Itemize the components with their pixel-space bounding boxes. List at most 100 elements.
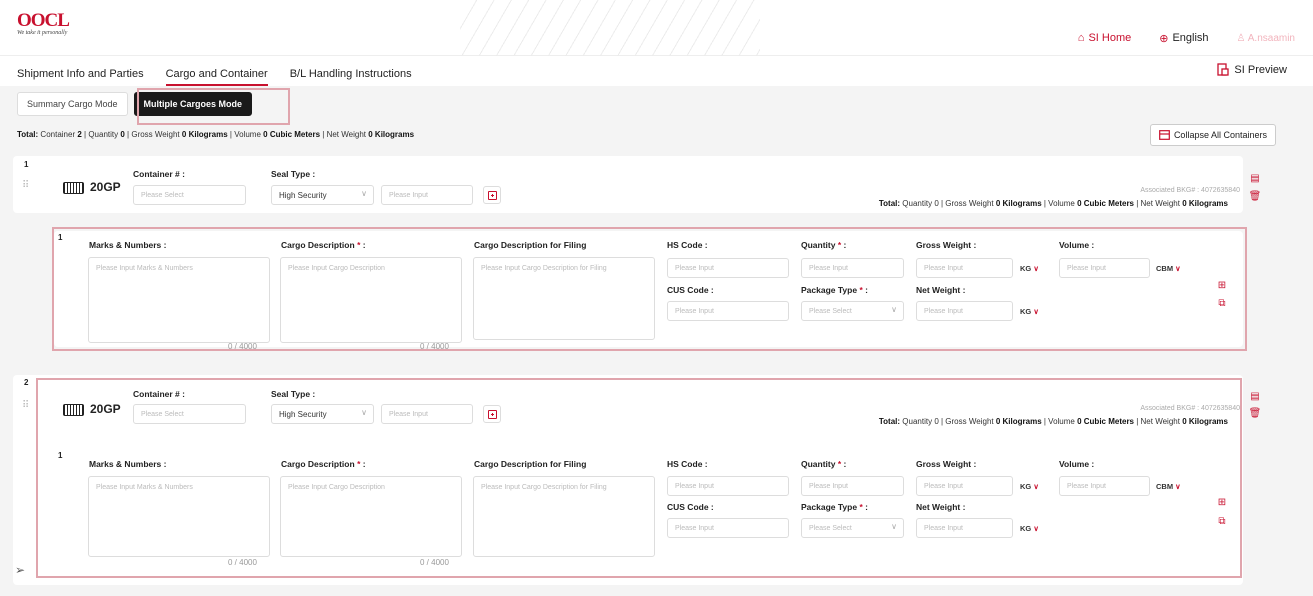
si-preview-label: SI Preview <box>1234 63 1287 76</box>
seal-type-label: Seal Type : <box>271 169 316 179</box>
container-type: 20GP <box>90 180 121 194</box>
si-home-link[interactable]: ⌂ SI Home <box>1078 32 1131 44</box>
marks-label: Marks & Numbers : <box>89 240 167 250</box>
user-name: A.nsaamin <box>1247 32 1295 44</box>
language-switch[interactable]: ⊕ English <box>1159 32 1208 45</box>
add-seal-button[interactable] <box>483 186 501 204</box>
plus-square-icon <box>487 190 497 200</box>
chevron-down-icon: ∨ <box>1173 264 1181 273</box>
marks-textarea[interactable]: Please Input Marks & Numbers <box>88 476 270 557</box>
language-label: English <box>1172 32 1209 44</box>
filing-description-label: Cargo Description for Filing <box>474 459 587 469</box>
gross-weight-unit-select[interactable]: KG ∨ <box>1020 264 1039 273</box>
collapse-icon <box>1159 130 1170 140</box>
gross-weight-input[interactable]: Please Input <box>916 476 1013 496</box>
gross-weight-unit-select[interactable]: KG ∨ <box>1020 482 1039 491</box>
seal-type-select[interactable]: High Security ∨ <box>271 185 374 205</box>
net-weight-input[interactable]: Please Input <box>916 518 1013 538</box>
gross-weight-label: Gross Weight : <box>916 459 977 469</box>
document-preview-icon <box>1217 63 1230 76</box>
si-home-label: SI Home <box>1088 32 1132 44</box>
container-icon <box>63 404 84 416</box>
hs-code-input[interactable]: Please Input <box>667 476 789 496</box>
collapse-container-icon[interactable]: ▤ <box>1247 388 1263 404</box>
seal-number-input[interactable]: Please Input <box>381 404 473 424</box>
header-decoration <box>460 0 760 56</box>
add-cargo-icon[interactable]: ⊞ <box>1214 494 1230 510</box>
copy-cargo-icon[interactable]: ⧉ <box>1214 295 1230 311</box>
container-number-select[interactable]: Please Select <box>133 185 246 205</box>
drag-handle-icon[interactable]: ⠿ <box>22 400 29 411</box>
user-menu[interactable]: ♙ A.nsaamin <box>1237 33 1295 44</box>
logo-text: OOCL <box>17 10 70 31</box>
mode-highlight <box>137 88 290 125</box>
collapse-container-icon[interactable]: ▤ <box>1247 170 1263 186</box>
associated-booking: Associated BKG# : 4072635840 <box>1140 187 1240 194</box>
tab-bar: Shipment Info and Parties Cargo and Cont… <box>0 56 1313 86</box>
marks-textarea[interactable]: Please Input Marks & Numbers <box>88 257 270 343</box>
chevron-down-icon: ∨ <box>1031 524 1039 533</box>
cargo-index: 1 <box>58 233 63 242</box>
filing-description-textarea[interactable]: Please Input Cargo Description for Filin… <box>473 476 655 557</box>
description-char-count: 0 / 4000 <box>420 342 449 351</box>
container-number-label: Container # : <box>133 169 185 179</box>
home-icon: ⌂ <box>1077 32 1085 44</box>
chevron-down-icon: ∨ <box>1173 482 1181 491</box>
chevron-down-icon: ∨ <box>891 305 897 314</box>
tab-shipment-info[interactable]: Shipment Info and Parties <box>17 68 144 86</box>
mouse-cursor-icon: ➢ <box>15 563 26 577</box>
package-type-label: Package Type * : <box>801 285 868 295</box>
volume-input[interactable]: Please Input <box>1059 258 1150 278</box>
tab-bl-handling[interactable]: B/L Handling Instructions <box>290 68 412 86</box>
summary-cargo-mode-button[interactable]: Summary Cargo Mode <box>17 92 128 116</box>
net-weight-input[interactable]: Please Input <box>916 301 1013 321</box>
cargo-description-textarea[interactable]: Please Input Cargo Description <box>280 257 462 343</box>
copy-cargo-icon[interactable]: ⧉ <box>1214 513 1230 529</box>
cargo-description-textarea[interactable]: Please Input Cargo Description <box>280 476 462 557</box>
overall-totals: Total: Container 2 | Quantity 0 | Gross … <box>17 130 415 139</box>
plus-square-icon <box>487 409 497 419</box>
net-weight-unit-select[interactable]: KG ∨ <box>1020 307 1039 316</box>
globe-icon: ⊕ <box>1159 32 1169 45</box>
marks-char-count: 0 / 4000 <box>228 342 257 351</box>
cus-code-input[interactable]: Please Input <box>667 518 789 538</box>
chevron-down-icon: ∨ <box>1031 482 1039 491</box>
add-seal-button[interactable] <box>483 405 501 423</box>
gross-weight-input[interactable]: Please Input <box>916 258 1013 278</box>
cus-code-input[interactable]: Please Input <box>667 301 789 321</box>
volume-input[interactable]: Please Input <box>1059 476 1150 496</box>
volume-unit-select[interactable]: CBM ∨ <box>1156 264 1181 273</box>
tab-cargo-container[interactable]: Cargo and Container <box>165 68 268 86</box>
hs-code-input[interactable]: Please Input <box>667 258 789 278</box>
volume-label: Volume : <box>1059 240 1095 250</box>
quantity-input[interactable]: Please Input <box>801 476 904 496</box>
si-preview-button[interactable]: SI Preview <box>1217 63 1287 76</box>
gross-weight-label: Gross Weight : <box>916 240 977 250</box>
associated-booking: Associated BKG# : 4072635840 <box>1140 405 1240 412</box>
app-header: OOCL We take it personally ⌂ SI Home ⊕ E… <box>0 0 1313 56</box>
package-type-select[interactable]: Please Select ∨ <box>801 301 904 321</box>
hs-code-label: HS Code : <box>667 459 708 469</box>
seal-type-label: Seal Type : <box>271 389 316 399</box>
oocl-logo[interactable]: OOCL We take it personally <box>17 10 70 36</box>
delete-container-icon[interactable]: 🗑 <box>1247 188 1263 204</box>
seal-type-select[interactable]: High Security ∨ <box>271 404 374 424</box>
seal-number-input[interactable]: Please Input <box>381 185 473 205</box>
volume-unit-select[interactable]: CBM ∨ <box>1156 482 1181 491</box>
chevron-down-icon: ∨ <box>361 189 367 198</box>
description-char-count: 0 / 4000 <box>420 558 449 567</box>
collapse-all-button[interactable]: Collapse All Containers <box>1149 124 1276 146</box>
delete-container-icon[interactable]: 🗑 <box>1247 405 1263 421</box>
chevron-down-icon: ∨ <box>1031 307 1039 316</box>
package-type-select[interactable]: Please Select ∨ <box>801 518 904 538</box>
quantity-input[interactable]: Please Input <box>801 258 904 278</box>
net-weight-unit-select[interactable]: KG ∨ <box>1020 524 1039 533</box>
add-cargo-icon[interactable]: ⊞ <box>1214 277 1230 293</box>
hs-code-label: HS Code : <box>667 240 708 250</box>
container-number-select[interactable]: Please Select <box>133 404 246 424</box>
user-icon: ♙ <box>1236 32 1246 44</box>
drag-handle-icon[interactable]: ⠿ <box>22 180 29 191</box>
quantity-label: Quantity * : <box>801 459 847 469</box>
filing-description-textarea[interactable]: Please Input Cargo Description for Filin… <box>473 257 655 340</box>
cus-code-label: CUS Code : <box>667 502 714 512</box>
